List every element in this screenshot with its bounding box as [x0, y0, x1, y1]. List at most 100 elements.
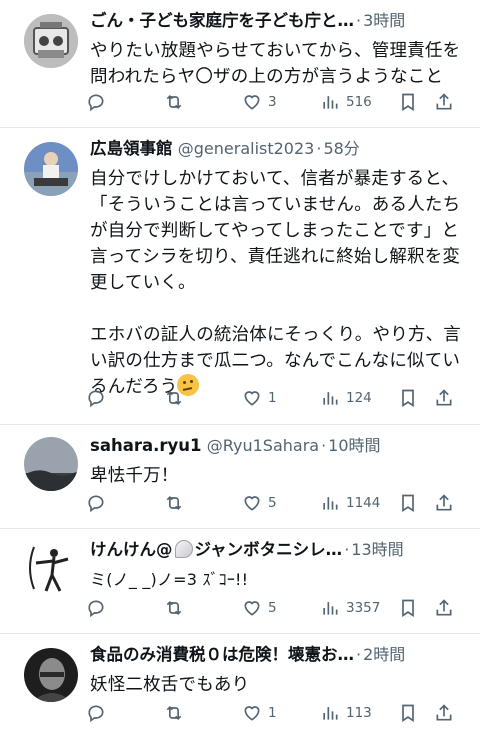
retweet-button[interactable]: [164, 703, 184, 723]
tweet-text: 妖怪二枚舌でもあり: [90, 675, 250, 695]
reply-icon: [88, 495, 104, 513]
view-count: 516: [346, 94, 372, 110]
avatar[interactable]: [24, 648, 78, 702]
timestamp[interactable]: 58分: [323, 139, 359, 158]
like-count: 5: [268, 600, 277, 616]
retweet-icon: [166, 600, 182, 616]
reply-button[interactable]: [86, 493, 106, 513]
views-button[interactable]: 124: [320, 388, 372, 408]
like-count: 5: [268, 495, 277, 511]
share-icon: [436, 704, 452, 721]
avatar[interactable]: [24, 437, 78, 491]
display-name-part[interactable]: けんけん@: [90, 540, 173, 559]
reply-button[interactable]: [86, 598, 106, 618]
views-bar-chart-icon: [323, 392, 338, 405]
timestamp[interactable]: 3時間: [363, 11, 405, 30]
retweet-icon: [166, 495, 182, 511]
view-count: 3357: [346, 600, 381, 616]
share-icon: [436, 599, 452, 616]
man-portrait-avatar-icon: [24, 648, 78, 702]
retweet-icon: [166, 705, 182, 721]
bookmark-icon: [402, 93, 414, 112]
like-button[interactable]: 1: [242, 388, 277, 408]
share-button[interactable]: [434, 388, 454, 408]
views-bar-chart-icon: [323, 96, 338, 109]
tweet[interactable]: けんけん@ ジャンボタニシレ… · 13時間 ミ(ノ_ _)ノ=3 ｽﾞｺｰ!! 5 …: [0, 529, 480, 634]
views-button[interactable]: 3357: [320, 598, 380, 618]
share-button[interactable]: [434, 493, 454, 513]
bookmark-icon: [402, 704, 414, 723]
like-count: 1: [268, 390, 277, 406]
views-bar-chart-icon: [323, 707, 338, 720]
views-button[interactable]: 516: [320, 92, 372, 112]
tweet[interactable]: sahara.ryu1 @Ryu1Sahara · 10時間 卑怯千万！ 5 114…: [0, 425, 480, 529]
view-count: 113: [346, 705, 372, 721]
heart-icon: [244, 496, 260, 511]
tweet[interactable]: 食品のみ消費税０は危険！壊憲お… · 2時間 妖怪二枚舌でもあり 1 113: [0, 634, 480, 734]
robot-figure-avatar-icon: [24, 14, 78, 68]
view-count: 124: [346, 390, 372, 406]
share-icon: [436, 93, 452, 110]
avatar[interactable]: [24, 541, 78, 595]
timestamp[interactable]: 13時間: [351, 540, 403, 559]
bookmark-button[interactable]: [398, 703, 418, 723]
like-count: 1: [268, 705, 277, 721]
user-handle[interactable]: @Ryu1Sahara: [207, 436, 319, 455]
reply-button[interactable]: [86, 703, 106, 723]
reply-icon: [88, 94, 104, 112]
retweet-icon: [166, 390, 182, 406]
tweet[interactable]: ごん・子ども家庭庁を子ども庁と… · 3時間 やりたい放題やらせておいてから、管理責…: [0, 0, 480, 128]
separator-dot: ·: [321, 436, 327, 455]
views-bar-chart-icon: [323, 602, 338, 615]
avatar[interactable]: [24, 142, 78, 196]
share-button[interactable]: [434, 703, 454, 723]
bookmark-button[interactable]: [398, 92, 418, 112]
like-button[interactable]: 5: [242, 598, 277, 618]
user-handle[interactable]: @generalist2023: [178, 139, 315, 158]
retweet-button[interactable]: [164, 598, 184, 618]
tweet-text: 自分でけしかけておいて、信者が暴走すると、 「そういうことは言っていません。ある…: [90, 169, 461, 397]
share-button[interactable]: [434, 598, 454, 618]
share-icon: [436, 389, 452, 406]
rider-avatar-icon: [24, 142, 78, 196]
retweet-button[interactable]: [164, 92, 184, 112]
share-button[interactable]: [434, 92, 454, 112]
timestamp[interactable]: 10時間: [328, 436, 380, 455]
heart-icon: [244, 391, 260, 406]
views-button[interactable]: 113: [320, 703, 372, 723]
view-count: 1144: [346, 495, 381, 511]
views-button[interactable]: 1144: [320, 493, 380, 513]
display-name[interactable]: ごん・子ども家庭庁を子ども庁と…: [90, 11, 354, 30]
retweet-button[interactable]: [164, 493, 184, 513]
shell-icon: [174, 540, 193, 558]
retweet-button[interactable]: [164, 388, 184, 408]
display-name-part[interactable]: ジャンボタニシレ…: [195, 540, 343, 559]
separator-dot: ·: [344, 540, 350, 559]
share-icon: [436, 494, 452, 511]
views-bar-chart-icon: [323, 497, 338, 510]
separator-dot: ·: [356, 645, 362, 664]
display-name[interactable]: sahara.ryu1: [90, 436, 202, 455]
tweet-text: やりたい放題やらせておいてから、管理責任を 問われたらヤ〇ザの上の方が言うような…: [90, 41, 461, 87]
archer-avatar-icon: [24, 541, 78, 595]
reply-icon: [88, 390, 104, 408]
bookmark-icon: [402, 389, 414, 408]
tweet[interactable]: 広島領事館 @generalist2023 · 58分 自分でけしかけておいて、信者…: [0, 128, 480, 425]
tweet-text-wrapper: 自分でけしかけておいて、信者が暴走すると、 「そういうことは言っていません。ある…: [90, 166, 468, 400]
like-count: 3: [268, 94, 277, 110]
like-button[interactable]: 5: [242, 493, 277, 513]
reply-button[interactable]: [86, 388, 106, 408]
display-name[interactable]: 食品のみ消費税０は危険！壊憲お…: [90, 645, 354, 664]
like-button[interactable]: 3: [242, 92, 277, 112]
reply-icon: [88, 705, 104, 723]
avatar[interactable]: [24, 14, 78, 68]
reply-button[interactable]: [86, 92, 106, 112]
timestamp[interactable]: 2時間: [363, 645, 405, 664]
heart-icon: [244, 601, 260, 616]
display-name[interactable]: 広島領事館: [90, 139, 173, 158]
bookmark-button[interactable]: [398, 388, 418, 408]
bookmark-button[interactable]: [398, 493, 418, 513]
like-button[interactable]: 1: [242, 703, 277, 723]
bookmark-icon: [402, 494, 414, 513]
bookmark-button[interactable]: [398, 598, 418, 618]
